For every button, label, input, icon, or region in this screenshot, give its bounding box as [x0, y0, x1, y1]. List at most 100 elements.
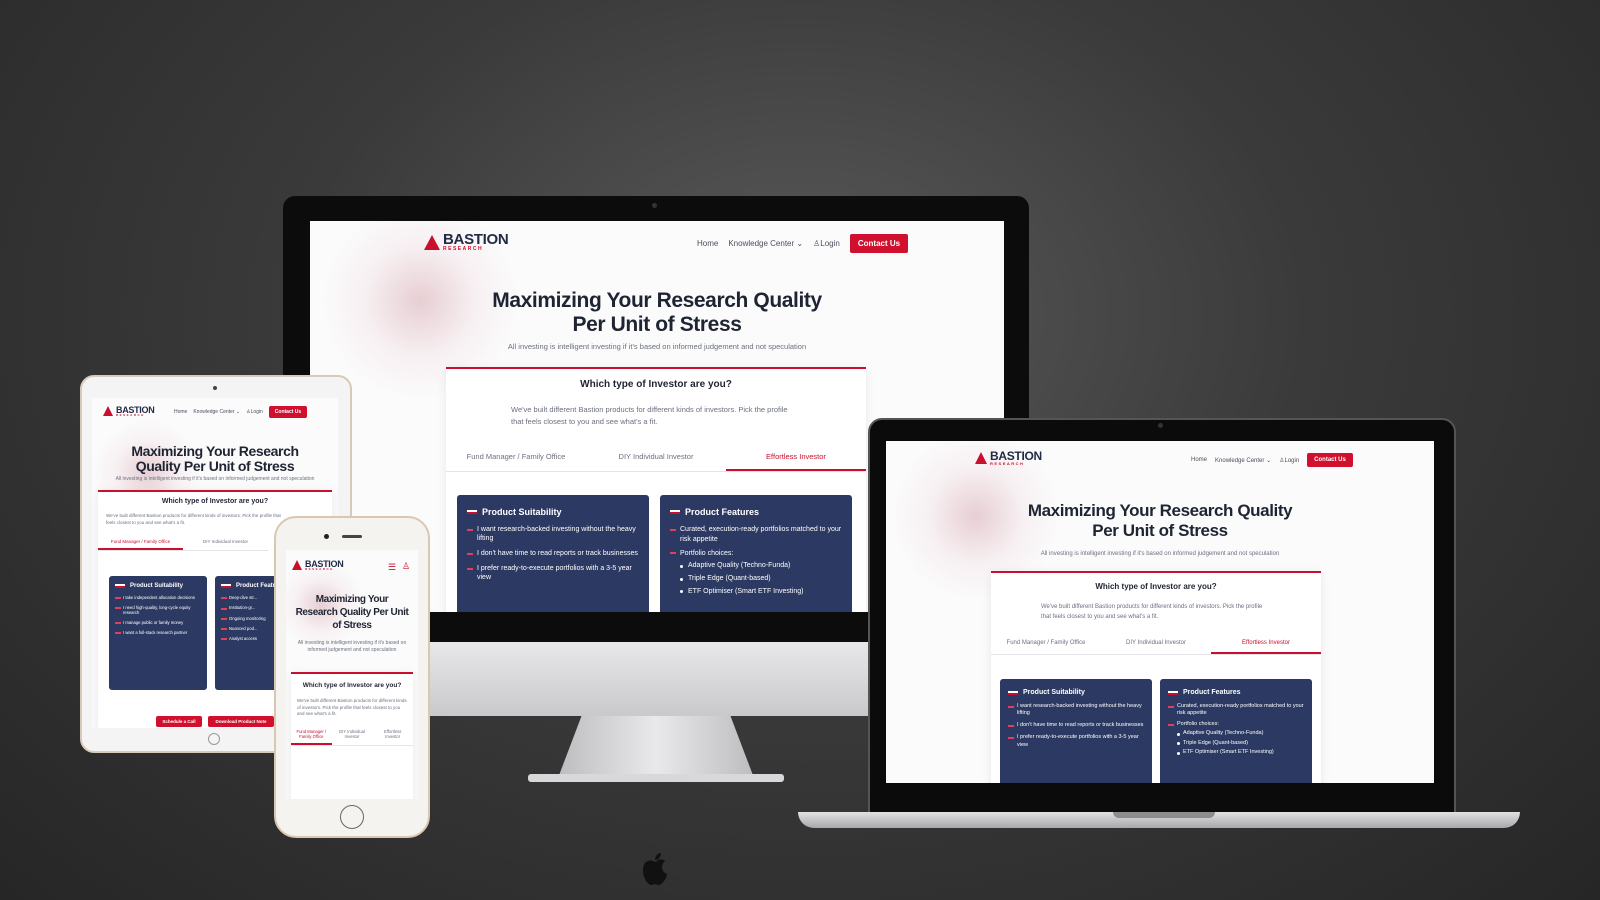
schedule-call-button[interactable]: Schedule a Call: [156, 716, 202, 727]
nav-knowledge-label: Knowledge Center: [193, 409, 235, 415]
investor-question: Which type of Investor are you?: [1095, 582, 1217, 591]
list-item: I prefer ready-to-execute portfolios wit…: [467, 564, 639, 582]
download-note-button[interactable]: Download Product Note: [208, 716, 274, 727]
tab-fund-manager[interactable]: Fund Manager / Family Office: [446, 444, 586, 471]
chevron-down-icon: ⌄: [1266, 457, 1272, 464]
features-title: Product Features: [685, 507, 760, 517]
brand-logo[interactable]: BASTION RESEARCH: [292, 560, 344, 571]
investor-tabs: Fund Manager / Family Office DIY Individ…: [98, 535, 268, 551]
hero-subtitle: All investing is intelligent investing i…: [507, 342, 807, 351]
logo-mark-icon: [975, 452, 987, 465]
flag-icon: [670, 510, 680, 514]
list-item: I want research-backed investing without…: [1008, 703, 1144, 717]
top-nav: Home Knowledge Center ⌄ ♙Login Contact U…: [1191, 451, 1353, 469]
macbook-notch: [1113, 812, 1215, 818]
brand-logo[interactable]: BASTION RESEARCH: [975, 450, 1042, 465]
list-item: I want research-backed investing without…: [467, 525, 639, 543]
investor-question: Which type of Investor are you?: [580, 379, 732, 390]
contact-us-button[interactable]: Contact Us: [849, 233, 909, 253]
list-item: I manage public or family money: [115, 620, 201, 626]
page-title: Maximizing Your Research Quality Per Uni…: [295, 594, 409, 631]
investor-intro: We've built different Bastion products f…: [1041, 604, 1263, 620]
phone-home-button[interactable]: [340, 805, 364, 829]
suitability-panel: Product Suitability I want research-back…: [457, 495, 649, 612]
flag-icon: [115, 584, 125, 588]
list-item: Curated, execution-ready portfolios matc…: [1168, 703, 1304, 718]
features-title: Product Features: [1183, 689, 1241, 696]
investor-tabs: Fund Manager / Family Office DIY Individ…: [291, 726, 413, 746]
macbook-screen: BASTION RESEARCH Home Knowledge Center ⌄ …: [886, 441, 1434, 783]
nav-knowledge-center[interactable]: Knowledge Center ⌄: [728, 239, 803, 248]
list-item: Portfolio choices:: [670, 549, 842, 559]
contact-us-button[interactable]: Contact Us: [268, 406, 308, 418]
logo-mark-icon: [103, 406, 113, 417]
brand-logo[interactable]: BASTION RESEARCH: [103, 406, 155, 417]
list-item: I want a full-stack research partner: [115, 630, 201, 636]
hero-subtitle: All investing is intelligent investing i…: [297, 640, 407, 654]
nav-knowledge-center[interactable]: Knowledge Center ⌄: [193, 409, 240, 415]
list-item: ETF Optimiser (Smart ETF Investing): [1168, 749, 1304, 756]
suitability-panel: Product Suitability I want research-back…: [1000, 679, 1152, 783]
suitability-title: Product Suitability: [1023, 689, 1085, 696]
nav-login[interactable]: ♙Login: [813, 239, 840, 248]
features-panel: Product Features Curated, execution-read…: [660, 495, 852, 612]
list-item: Portfolio choices:: [1168, 721, 1304, 728]
tab-diy-investor[interactable]: DIY Individual Investor: [332, 726, 373, 745]
nav-home[interactable]: Home: [174, 409, 187, 415]
list-item: I don't have time to read reports or tra…: [467, 549, 639, 558]
tab-diy-investor[interactable]: DIY Individual Investor: [183, 535, 268, 550]
tab-fund-manager[interactable]: Fund Manager / Family Office: [991, 634, 1101, 654]
imac-base: [528, 774, 784, 782]
list-item: I need high-quality, long-cycle equity r…: [115, 605, 201, 616]
user-icon[interactable]: ♙: [402, 561, 410, 572]
flag-icon: [1008, 690, 1018, 695]
contact-us-button[interactable]: Contact Us: [1307, 453, 1353, 467]
brand-logo[interactable]: BASTION RESEARCH: [424, 232, 509, 251]
list-item: Adaptive Quality (Techno-Funda): [1168, 730, 1304, 737]
tab-effortless-investor[interactable]: Effortless Investor: [372, 726, 413, 745]
flag-icon: [221, 584, 231, 588]
phone-camera: [324, 534, 329, 539]
nav-home[interactable]: Home: [1191, 457, 1207, 463]
features-panel: Product Features Curated, execution-read…: [1160, 679, 1312, 783]
nav-home[interactable]: Home: [697, 239, 718, 248]
suitability-title: Product Suitability: [482, 507, 562, 517]
suitability-title: Product Suitability: [130, 583, 184, 589]
tab-effortless-investor[interactable]: Effortless Investor: [726, 444, 866, 471]
nav-login[interactable]: ♙Login: [1279, 457, 1299, 464]
tab-diy-investor[interactable]: DIY Individual Investor: [586, 444, 726, 471]
tab-effortless-investor[interactable]: Effortless Investor: [1211, 634, 1321, 655]
tablet-camera: [213, 386, 217, 390]
list-item: Curated, execution-ready portfolios matc…: [670, 525, 842, 545]
suitability-panel: Product Suitability I take independent a…: [109, 576, 207, 690]
nav-login-label: Login: [1284, 457, 1300, 464]
nav-knowledge-center[interactable]: Knowledge Center ⌄: [1215, 457, 1271, 464]
investor-intro: We've built different Bastion products f…: [297, 697, 407, 717]
list-item: Triple Edge (Quant-based): [1168, 740, 1304, 747]
apple-logo-icon: [640, 852, 672, 886]
phone-speaker: [342, 535, 362, 538]
list-item: ETF Optimiser (Smart ETF Investing): [670, 587, 842, 597]
hamburger-menu-icon[interactable]: ☰: [388, 562, 396, 573]
top-nav: Home Knowledge Center ⌄ ♙Login Contact U…: [174, 406, 308, 418]
nav-login[interactable]: ♙Login: [246, 409, 263, 415]
nav-knowledge-label: Knowledge Center: [728, 238, 795, 248]
nav-login-label: Login: [250, 409, 263, 415]
phone-screen: BASTION RESEARCH ☰ ♙ Maximizing Your Rese…: [286, 550, 418, 799]
logo-mark-icon: [424, 234, 440, 250]
logo-mark-icon: [292, 560, 302, 571]
chevron-down-icon: ⌄: [796, 238, 804, 248]
investor-question: Which type of Investor are you?: [302, 682, 402, 689]
flag-icon: [467, 510, 477, 514]
page-title: Maximizing Your Research Quality Per Uni…: [492, 289, 822, 336]
flag-icon: [1168, 690, 1178, 695]
list-item: Adaptive Quality (Techno-Funda): [670, 561, 842, 571]
nav-knowledge-label: Knowledge Center: [1215, 457, 1265, 464]
macbook-camera: [1158, 423, 1163, 428]
tab-fund-manager[interactable]: Fund Manager / Family Office: [291, 726, 332, 745]
list-item: I prefer ready-to-execute portfolios wit…: [1008, 734, 1144, 748]
tab-fund-manager[interactable]: Fund Manager / Family Office: [98, 535, 183, 550]
tablet-home-button[interactable]: [208, 733, 220, 745]
tab-diy-investor[interactable]: DIY Individual Investor: [1101, 634, 1211, 654]
investor-intro: We've built different Bastion products f…: [106, 513, 281, 525]
